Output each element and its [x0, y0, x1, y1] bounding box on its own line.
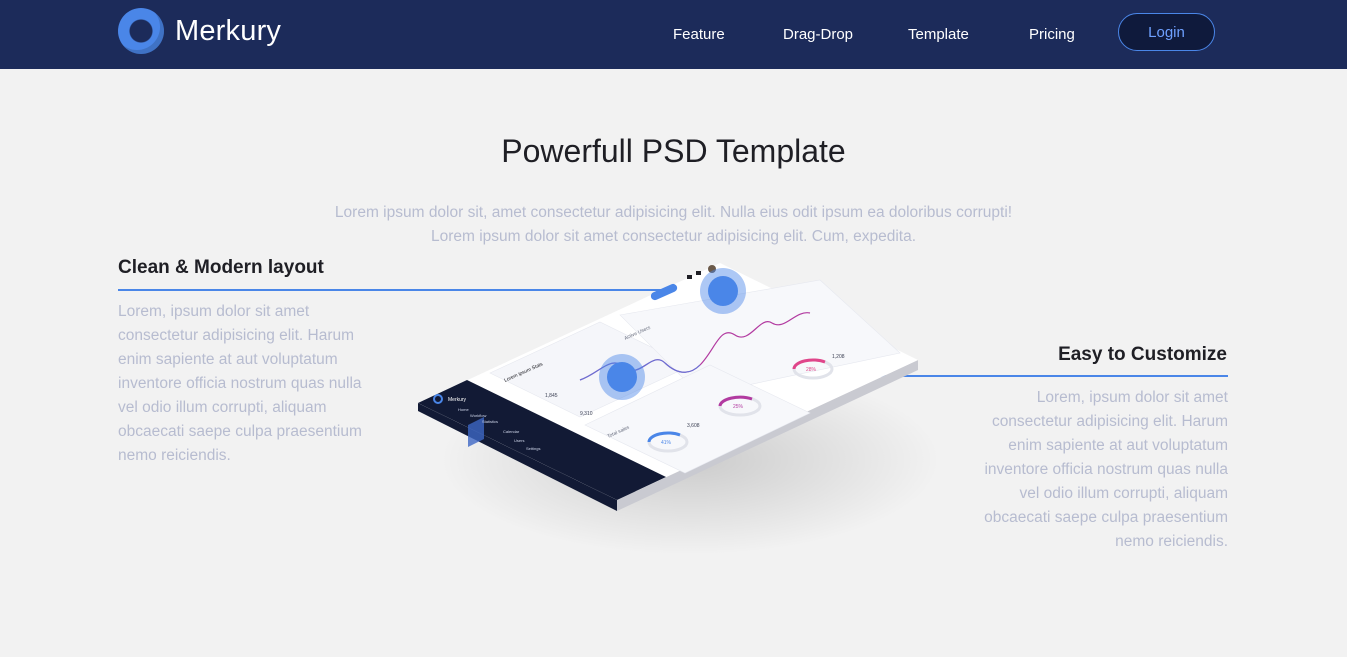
- mockup-stat: 3,608: [687, 423, 700, 429]
- mockup-sidebar-item: Settings: [526, 446, 540, 451]
- mockup-stat: 1,208: [832, 354, 845, 360]
- top-navigation-bar: Merkury Feature Drag-Drop Template Prici…: [0, 0, 1347, 69]
- nav-link-template[interactable]: Template: [908, 26, 969, 43]
- feature-description: Lorem, ipsum dolor sit amet consectetur …: [984, 389, 1228, 550]
- mockup-ring-value: 25%: [733, 404, 744, 410]
- nav-link-drag-drop[interactable]: Drag-Drop: [783, 26, 853, 43]
- nav-link-feature[interactable]: Feature: [673, 26, 725, 43]
- hero-subtitle-line: Lorem ipsum dolor sit, amet consectetur …: [334, 204, 1013, 221]
- mockup-sidebar-item: Calendar: [503, 429, 520, 434]
- mockup-sidebar-item: Workflow: [470, 413, 486, 418]
- nav-link-pricing[interactable]: Pricing: [1029, 26, 1075, 43]
- login-button[interactable]: Login: [1118, 13, 1215, 51]
- hero-subtitle: Lorem ipsum dolor sit, amet consectetur …: [300, 201, 1047, 249]
- hotspot-clean-layout[interactable]: [700, 268, 746, 314]
- feature-title-easy-customize: Easy to Customize: [1058, 344, 1227, 365]
- mockup-stat: 9,310: [580, 411, 593, 417]
- feature-description: Lorem, ipsum dolor sit amet consectetur …: [118, 303, 362, 464]
- mockup-sidebar-item: Users: [514, 438, 524, 443]
- mockup-sidebar-item: Home: [458, 407, 469, 412]
- mockup-sidebar-brand: Merkury: [448, 397, 467, 403]
- mockup-sidebar-item: Statistics: [482, 419, 498, 424]
- dashboard-mockup-image: Merkury Home Workflow Statistics Calenda…: [400, 255, 940, 555]
- mockup-ring-value: 41%: [661, 440, 672, 446]
- brand[interactable]: Merkury: [118, 8, 281, 54]
- mockup-stat: 1,845: [545, 393, 558, 399]
- brand-logo-icon: [118, 8, 164, 54]
- hero-title: Powerfull PSD Template: [501, 133, 846, 169]
- brand-name: Merkury: [175, 14, 282, 47]
- feature-title-clean-layout: Clean & Modern layout: [118, 257, 324, 278]
- hero-subtitle-line: Lorem ipsum dolor sit amet consectetur a…: [430, 228, 917, 245]
- hotspot-easy-customize[interactable]: [599, 354, 645, 400]
- mockup-ring-value: 28%: [806, 367, 817, 373]
